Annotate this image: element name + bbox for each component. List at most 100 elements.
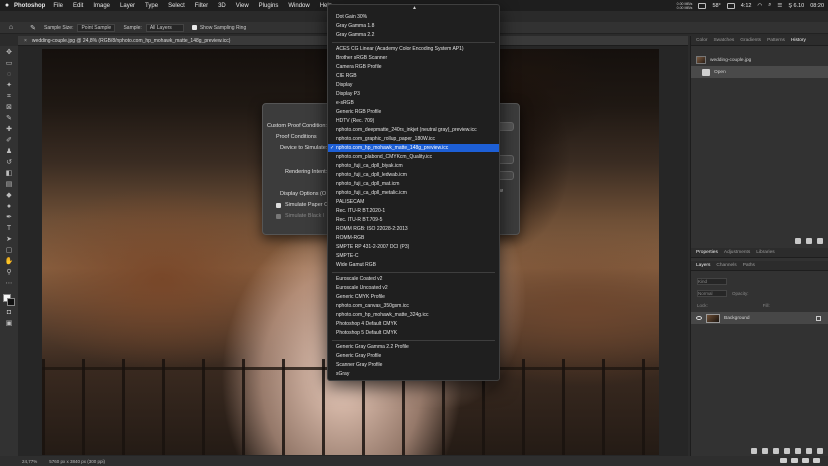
type-tool-icon[interactable]: T [5, 225, 14, 233]
menu-window[interactable]: Window [288, 3, 309, 9]
menu-item-smpte-c[interactable]: SMPTE-C [328, 252, 499, 260]
layer-kind-filter[interactable]: Kind [697, 277, 727, 285]
menu-3d[interactable]: 3D [218, 3, 226, 9]
link-layers-icon[interactable] [751, 448, 757, 454]
menu-edit[interactable]: Edit [73, 3, 83, 9]
zoom-level[interactable]: 24,77% [22, 459, 37, 464]
background-color-swatch[interactable] [7, 298, 15, 306]
blur-tool-icon[interactable]: ◆ [5, 192, 14, 200]
pen-tool-icon[interactable]: ✒ [5, 214, 14, 222]
menu-item-generic-gray-gamma[interactable]: Generic Gray Gamma 2.2 Profile [328, 343, 499, 351]
quick-select-tool-icon[interactable]: ✦ [5, 82, 14, 90]
menu-app-name[interactable]: Photoshop [14, 3, 45, 9]
dodge-tool-icon[interactable]: ● [5, 203, 14, 211]
move-tool-icon[interactable]: ✥ [5, 49, 14, 57]
menu-item-canvas-350gsm[interactable]: nphoto.com_canvas_350gsm.icc [328, 302, 499, 310]
menu-layer[interactable]: Layer [120, 3, 135, 9]
home-icon[interactable]: ⌂ [0, 24, 22, 31]
adjustment-layer-icon[interactable] [784, 448, 790, 454]
visibility-eye-icon[interactable] [696, 316, 702, 320]
tab-libraries[interactable]: Libraries [756, 250, 774, 255]
menu-item-bt709[interactable]: Rec. ITU-R BT.709-5 [328, 216, 499, 224]
wifi-icon[interactable]: ◠ [757, 3, 762, 9]
menu-item-fuji-metalic[interactable]: nphoto_fuji_ca_dpll_metalic.icm [328, 189, 499, 197]
eyedropper-icon[interactable]: ✎ [5, 115, 14, 123]
menu-item-smpte-dci-p3[interactable]: SMPTE RP 431-2-2007 DCI (P3) [328, 243, 499, 251]
menu-file[interactable]: File [53, 3, 63, 9]
menu-item-graphic-rollup[interactable]: nphoto.com_graphic_rollup_paper_180W.icc [328, 135, 499, 143]
tab-color[interactable]: Color [696, 38, 707, 43]
camera-snapshot-icon[interactable] [806, 238, 812, 244]
history-snapshot[interactable]: wedding-couple.jpg [691, 54, 828, 66]
menu-filter[interactable]: Filter [195, 3, 208, 9]
menu-select[interactable]: Select [168, 3, 185, 9]
menu-item-fuji-ledwab[interactable]: nphoto_fuji_ca_dpll_ledwab.icm [328, 171, 499, 179]
menu-item-hp-mohawk-148g-selected[interactable]: ✓ nphoto.com_hp_mohawk_matte_148g_previe… [328, 144, 499, 152]
quick-mask-icon[interactable]: ◘ [5, 309, 14, 317]
menu-item-cie-rgb[interactable]: CIE RGB [328, 72, 499, 80]
scroll-up-arrow-icon[interactable]: ▲ [328, 5, 501, 11]
battery-icon[interactable] [726, 2, 735, 9]
crop-tool-icon[interactable]: ⌗ [5, 93, 14, 101]
menu-image[interactable]: Image [93, 3, 110, 9]
menu-item-plabond[interactable]: nphoto.com_plabond_CMYKcm_Quality.icc [328, 153, 499, 161]
menu-item-display[interactable]: Display [328, 81, 499, 89]
healing-brush-icon[interactable]: ✚ [5, 126, 14, 134]
menu-type[interactable]: Type [145, 3, 158, 9]
eyedropper-tool-icon[interactable]: ✎ [22, 24, 44, 32]
frame-tool-icon[interactable]: ⊠ [5, 104, 14, 112]
menu-item-palisecam[interactable]: PALISECAM [328, 198, 499, 206]
search-icon[interactable]: ⌕ [768, 2, 771, 9]
menu-item-deepmatte[interactable]: nphoto.com_deepmatte_240rs_inkjet (neutr… [328, 126, 499, 134]
menu-item-gray-gamma-2-2[interactable]: Gray Gamma 2.2 [328, 31, 499, 39]
menu-item-aces-cg[interactable]: ACES CG Linear (Academy Color Encoding S… [328, 45, 499, 53]
menu-view[interactable]: View [236, 3, 249, 9]
add-mask-icon[interactable] [773, 448, 779, 454]
status-icon-3[interactable] [802, 458, 809, 463]
menu-item-hdtv[interactable]: HDTV (Rec. 709) [328, 117, 499, 125]
menu-item-generic-cmyk[interactable]: Generic CMYK Profile [328, 293, 499, 301]
menu-item-euroscale-coated[interactable]: Euroscale Coated v2 [328, 275, 499, 283]
tab-properties[interactable]: Properties [696, 250, 718, 255]
tab-paths[interactable]: Paths [743, 263, 755, 268]
delete-history-icon[interactable] [817, 238, 823, 244]
history-brush-icon[interactable]: ↺ [5, 159, 14, 167]
stamp-tool-icon[interactable]: ♟ [5, 148, 14, 156]
tab-adjustments[interactable]: Adjustments [724, 250, 750, 255]
shape-tool-icon[interactable]: ▢ [5, 247, 14, 255]
menu-item-generic-rgb[interactable]: Generic RGB Profile [328, 108, 499, 116]
tab-channels[interactable]: Channels [716, 263, 736, 268]
tab-patterns[interactable]: Patterns [767, 38, 785, 43]
tab-history[interactable]: History [791, 38, 806, 43]
menu-item-wide-gamut[interactable]: Wide Gamut RGB [328, 261, 499, 269]
menu-item-dot-gain-30[interactable]: Dot Gain 30% [328, 13, 499, 21]
menu-item-ps4-cmyk[interactable]: Photoshop 4 Default CMYK [328, 320, 499, 328]
menu-plugins[interactable]: Plugins [259, 3, 279, 9]
menu-item-fuji-mat[interactable]: nphoto_fuji_ca_dpll_mat.icm [328, 180, 499, 188]
menu-item-romm-rgb[interactable]: ROMM-RGB [328, 234, 499, 242]
blend-mode-select[interactable]: Normal [697, 289, 727, 297]
color-swatches[interactable] [3, 294, 15, 306]
hand-tool-icon[interactable]: ✋ [5, 258, 14, 266]
status-icon-2[interactable] [791, 458, 798, 463]
simulate-black-checkbox[interactable] [276, 214, 281, 219]
menu-item-sgray[interactable]: sGray [328, 370, 499, 378]
menu-item-brother-srgb[interactable]: Brother sRGB Scanner [328, 54, 499, 62]
control-center-icon[interactable]: ☰ [777, 3, 782, 9]
status-icon-4[interactable] [813, 458, 820, 463]
menu-item-scanner-gray[interactable]: Scanner Gray Profile [328, 361, 499, 369]
marquee-tool-icon[interactable]: ▭ [5, 60, 14, 68]
menu-item-romm-iso[interactable]: ROMM RGB: ISO 22028-2:2013 [328, 225, 499, 233]
history-state-open[interactable]: Open [691, 66, 828, 78]
tab-swatches[interactable]: Swatches [713, 38, 734, 43]
cpu-icon[interactable] [698, 2, 707, 9]
menu-item-camera-rgb[interactable]: Camera RGB Profile [328, 63, 499, 71]
menu-item-display-p3[interactable]: Display P3 [328, 90, 499, 98]
new-layer-icon[interactable] [806, 448, 812, 454]
show-sampling-ring-checkbox[interactable] [191, 25, 197, 30]
menu-item-euroscale-uncoated[interactable]: Euroscale Uncoated v2 [328, 284, 499, 292]
menu-item-generic-gray[interactable]: Generic Gray Profile [328, 352, 499, 360]
sample-size-select[interactable]: Point Sample [77, 23, 116, 32]
lasso-tool-icon[interactable]: ◌ [5, 71, 14, 79]
layer-row-background[interactable]: Background [691, 312, 828, 324]
